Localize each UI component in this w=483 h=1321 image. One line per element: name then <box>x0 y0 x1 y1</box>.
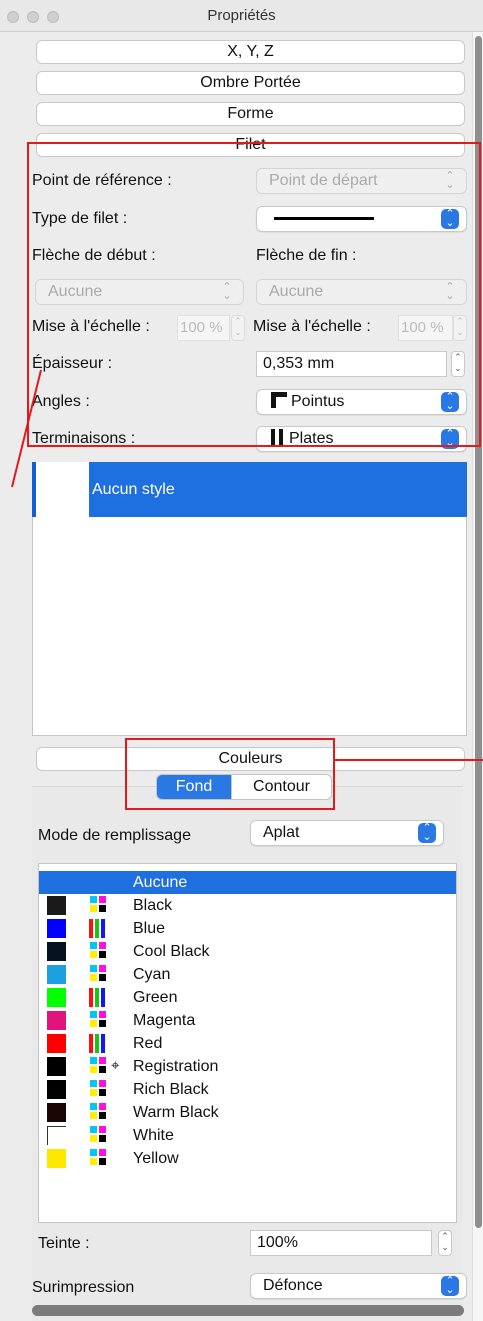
annotation-line-left <box>11 369 42 488</box>
annotation-lines <box>11 369 483 761</box>
